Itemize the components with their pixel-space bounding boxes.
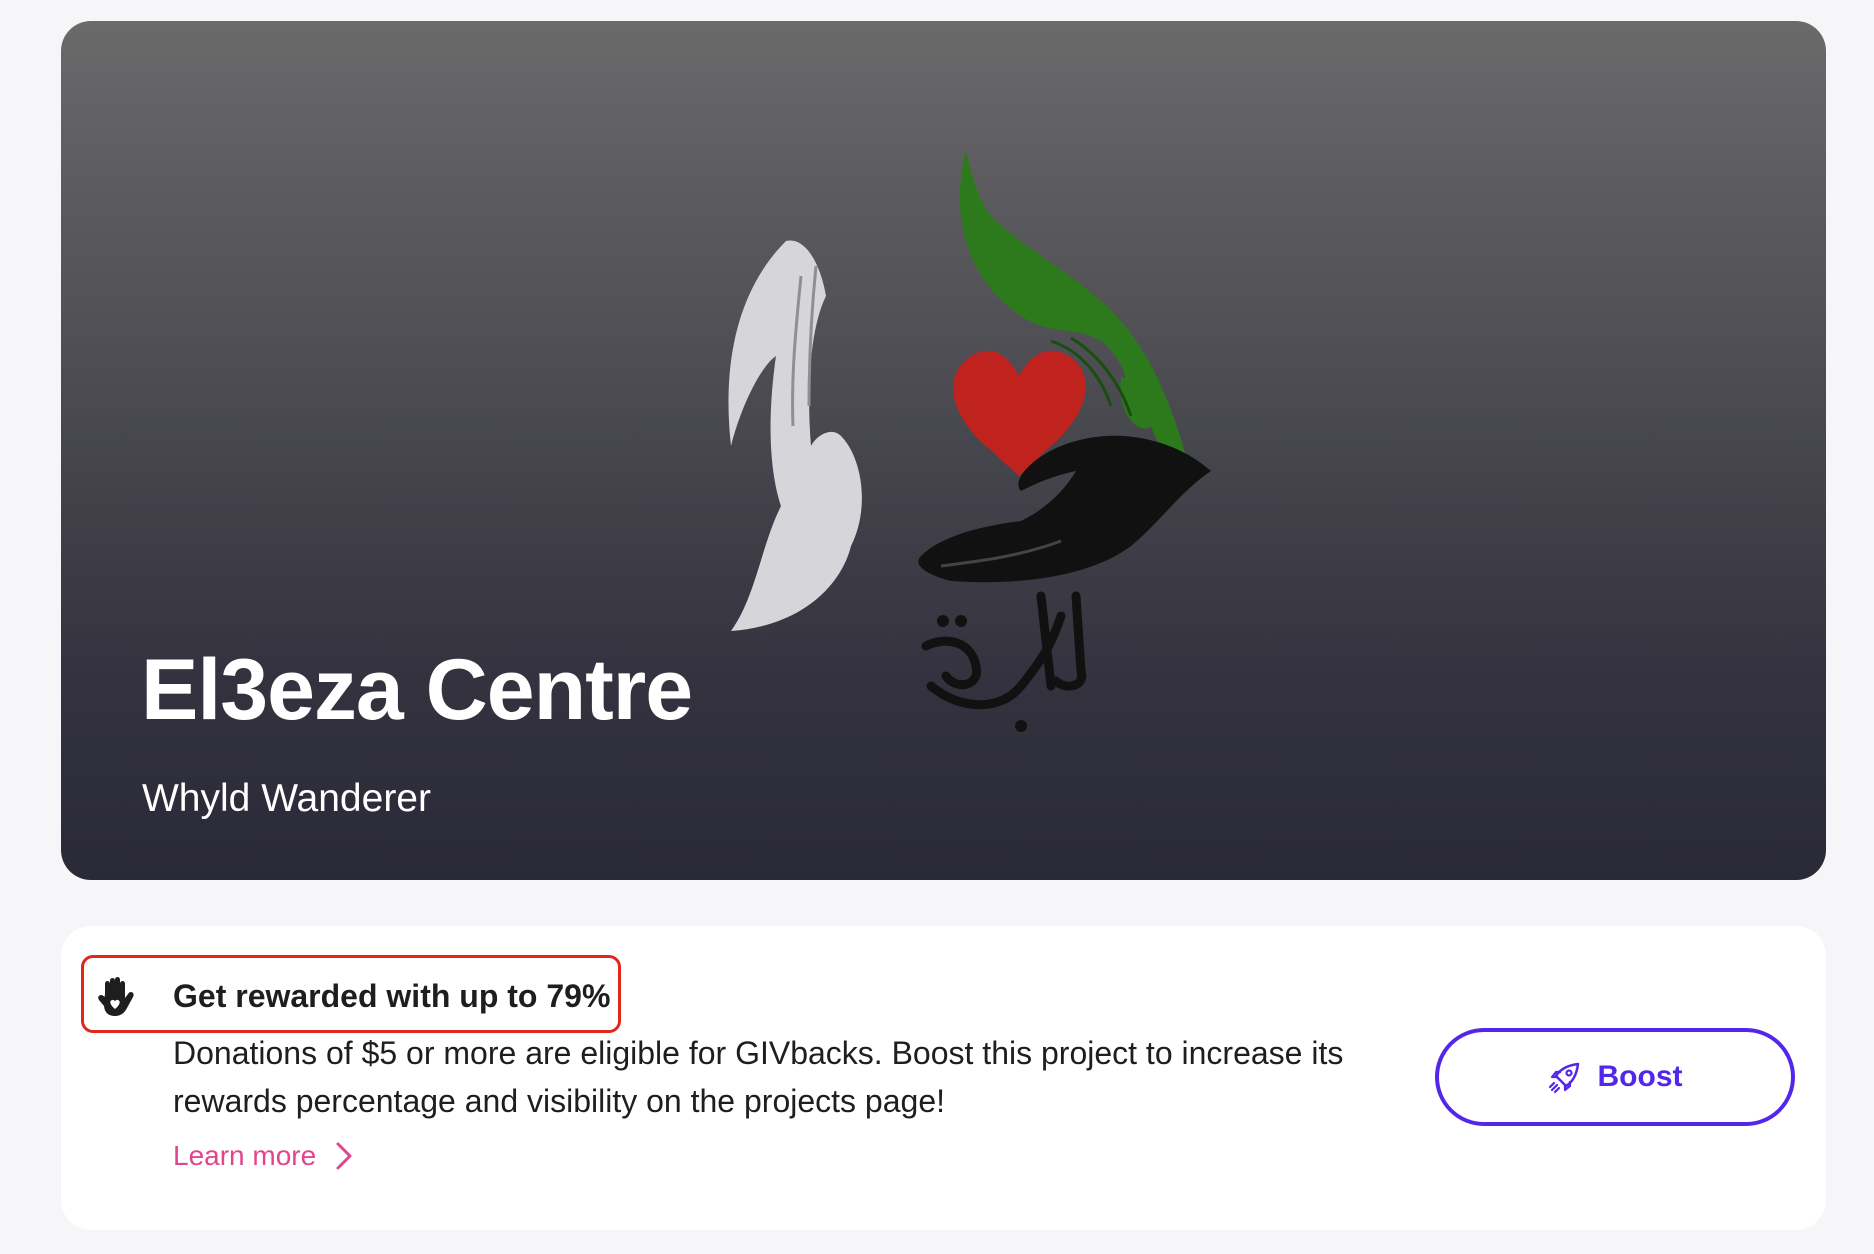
givback-hand-heart-icon — [98, 977, 134, 1016]
project-author[interactable]: Whyld Wanderer — [142, 777, 431, 821]
givbacks-card: Get rewarded with up to 79% Donations of… — [61, 926, 1826, 1230]
givbacks-title: Get rewarded with up to 79% — [173, 978, 611, 1014]
givbacks-description: Donations of $5 or more are eligible for… — [173, 1035, 1344, 1119]
project-hero-banner: El3eza Centre Whyld Wanderer — [61, 21, 1826, 880]
learn-more-label: Learn more — [173, 1140, 317, 1171]
project-title: El3eza Centre — [141, 642, 693, 738]
chevron-right-icon — [336, 1142, 352, 1170]
rocket-icon — [1548, 1062, 1579, 1094]
boost-button[interactable]: Boost — [1435, 1028, 1795, 1126]
boost-label: Boost — [1597, 1060, 1683, 1093]
learn-more-link[interactable]: Learn more — [173, 1140, 354, 1172]
el3eza-logo-icon — [728, 151, 1211, 732]
